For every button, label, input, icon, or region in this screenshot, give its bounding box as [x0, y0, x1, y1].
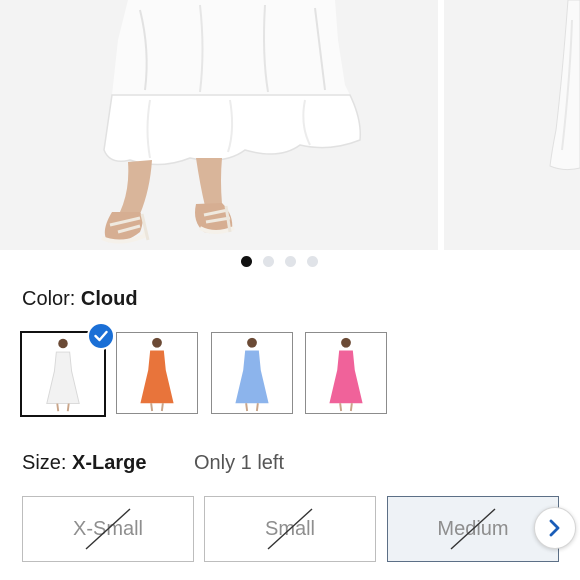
size-label: Size: — [22, 452, 67, 474]
dress-photo — [101, 0, 362, 244]
color-swatch-pink[interactable] — [305, 332, 387, 414]
gallery-dot[interactable] — [285, 256, 296, 267]
dress-photo-partial — [549, 0, 580, 171]
unavailable-strike-icon — [267, 508, 313, 550]
unavailable-strike-icon — [450, 508, 496, 550]
swatch-dress — [329, 337, 363, 412]
color-value: Cloud — [80, 288, 138, 310]
product-image-gallery[interactable] — [0, 0, 580, 250]
chevron-right-icon — [549, 519, 560, 537]
color-swatch-blue[interactable] — [211, 332, 293, 414]
color-label: Color: — [22, 288, 76, 310]
swatch-dress-fill — [140, 350, 174, 404]
size-value: X-Large — [72, 452, 147, 474]
gallery-dot[interactable] — [263, 256, 274, 267]
color-swatch-orange[interactable] — [116, 332, 198, 414]
swatch-dress — [235, 337, 269, 412]
color-heading: Color: Cloud — [22, 288, 138, 310]
unavailable-strike-icon — [85, 508, 131, 550]
gallery-dot[interactable] — [241, 256, 252, 267]
check-icon — [87, 322, 115, 350]
swatch-dress — [140, 337, 174, 412]
stock-note: Only 1 left — [194, 452, 285, 474]
size-heading: Size: X-Large — [22, 452, 147, 474]
swatch-dress-fill — [46, 351, 80, 405]
gallery-dot[interactable] — [307, 256, 318, 267]
size-option-small[interactable]: Small — [204, 496, 376, 562]
product-image-main[interactable] — [0, 0, 438, 250]
size-scroll-next-button[interactable] — [534, 507, 576, 549]
size-option-x-small[interactable]: X-Small — [22, 496, 194, 562]
swatch-dress-fill — [329, 350, 363, 404]
gallery-pagination — [0, 256, 580, 268]
product-image-next[interactable] — [444, 0, 580, 250]
swatch-dress-fill — [235, 350, 269, 404]
